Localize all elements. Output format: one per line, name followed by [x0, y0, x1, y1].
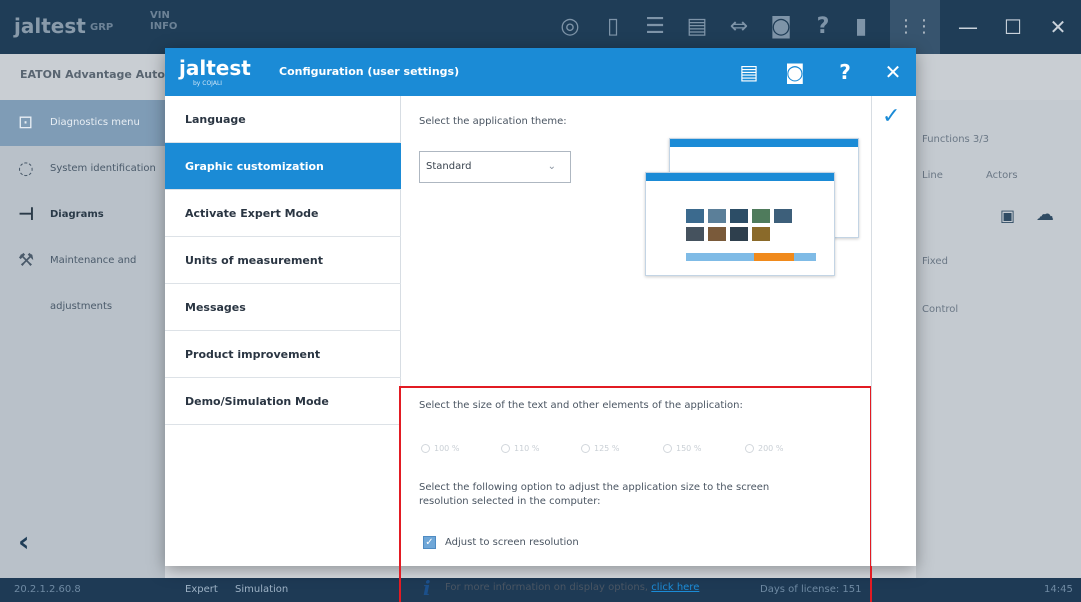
- resolution-label-line-2: resolution selected in the computer:: [419, 496, 601, 507]
- bg-functions-label: Functions 3/3: [922, 134, 990, 145]
- close-window-button[interactable]: ✕: [1035, 0, 1081, 54]
- globe-icon[interactable]: ◎: [555, 12, 585, 42]
- list-icon[interactable]: ☰: [640, 12, 670, 42]
- print-icon[interactable]: ▤: [682, 12, 712, 42]
- vin-info-button[interactable]: VIN INFO: [150, 10, 177, 32]
- status-time: 14:45: [1044, 584, 1073, 595]
- power-icon[interactable]: ▮: [846, 12, 876, 42]
- click-here-link[interactable]: click here: [651, 582, 699, 593]
- maximize-button[interactable]: ☐: [990, 0, 1036, 54]
- preview-front-window: [645, 172, 835, 276]
- size-option-125[interactable]: 125 %: [581, 444, 619, 453]
- dialog-logo: jaltest: [179, 56, 251, 80]
- status-simulation: Simulation: [235, 584, 289, 595]
- adjust-resolution-label: Adjust to screen resolution: [445, 537, 579, 548]
- menu-item-units[interactable]: Units of measurement: [165, 237, 401, 284]
- identification-icon: ◌: [18, 158, 34, 179]
- bg-line-label: Line: [922, 170, 943, 181]
- status-expert: Expert: [185, 584, 218, 595]
- theme-label: Select the application theme:: [419, 116, 567, 127]
- left-navigation: ⊡ Diagnostics menu ◌ System identificati…: [0, 100, 165, 578]
- info-text: For more information on display options,…: [445, 582, 700, 593]
- dialog-title: Configuration (user settings): [279, 65, 460, 78]
- help-icon[interactable]: ?: [808, 12, 838, 42]
- size-label: Select the size of the text and other el…: [419, 400, 743, 411]
- menu-item-messages[interactable]: Messages: [165, 284, 401, 331]
- background-panel: Functions 3/3 Line Actors Fixed Control …: [916, 100, 1081, 578]
- link-icon[interactable]: ⇔: [724, 12, 754, 42]
- diagnostics-icon: ⊡: [18, 112, 34, 133]
- camera-icon[interactable]: ◙: [766, 12, 796, 42]
- app-logo: jaltest: [14, 14, 86, 38]
- size-option-200[interactable]: 200 %: [745, 444, 783, 453]
- breadcrumb: EATON Advantage Autom: [20, 68, 177, 81]
- menu-item-language[interactable]: Language: [165, 96, 401, 143]
- settings-content: Select the application theme: Standard ⌄: [399, 96, 872, 602]
- theme-value: Standard: [426, 161, 472, 172]
- nav-item-diagrams[interactable]: ⊣ Diagrams: [0, 192, 165, 238]
- wrench-icon: ⚒: [18, 250, 35, 271]
- confirm-check-icon[interactable]: ✓: [882, 104, 900, 129]
- menu-item-graphic-customization[interactable]: Graphic customization: [165, 143, 401, 190]
- cloud-icon: ☁: [1036, 204, 1054, 225]
- minimize-button[interactable]: —: [945, 0, 991, 54]
- theme-preview-image: [645, 138, 861, 278]
- bg-fixed-label: Fixed: [922, 256, 948, 267]
- back-arrow-icon[interactable]: ‹: [18, 525, 30, 558]
- status-version: 20.2.1.2.60.8: [14, 584, 81, 595]
- group-label: GRP: [90, 22, 114, 33]
- info-icon: i: [423, 576, 431, 600]
- document-icon[interactable]: ▯: [598, 12, 628, 42]
- bg-actors-label: Actors: [986, 170, 1018, 181]
- display-size-section: [399, 386, 872, 602]
- image-icon: ▣: [1000, 206, 1016, 225]
- theme-dropdown[interactable]: Standard ⌄: [419, 151, 571, 183]
- apps-grid-icon[interactable]: ⋮⋮: [890, 0, 940, 54]
- dialog-action-column: ✓: [871, 96, 916, 566]
- close-icon[interactable]: ✕: [877, 58, 909, 86]
- nav-item-diagnostics-menu[interactable]: ⊡ Diagnostics menu: [0, 100, 165, 146]
- size-option-110[interactable]: 110 %: [501, 444, 539, 453]
- resolution-label-line-1: Select the following option to adjust th…: [419, 482, 770, 493]
- settings-menu: Language Graphic customization Activate …: [165, 96, 401, 566]
- nav-item-maintenance[interactable]: ⚒ Maintenance and adjustments: [0, 238, 165, 312]
- chevron-down-icon: ⌄: [547, 161, 556, 172]
- diagram-icon: ⊣: [18, 204, 35, 225]
- dialog-logo-sub: by COJALI: [193, 80, 223, 87]
- top-bar: jaltest GRP VIN INFO ◎ ▯ ☰ ▤ ⇔ ◙ ? ▮ ⋮⋮ —…: [0, 0, 1081, 54]
- help-icon[interactable]: ?: [829, 58, 861, 86]
- size-option-150[interactable]: 150 %: [663, 444, 701, 453]
- menu-item-expert-mode[interactable]: Activate Expert Mode: [165, 190, 401, 237]
- size-option-100[interactable]: 100 %: [421, 444, 459, 453]
- dialog-header: jaltest by COJALI Configuration (user se…: [165, 48, 916, 96]
- camera-icon[interactable]: ◙: [779, 58, 811, 86]
- menu-item-demo-simulation[interactable]: Demo/Simulation Mode: [165, 378, 401, 425]
- adjust-resolution-checkbox[interactable]: ✓: [423, 536, 436, 549]
- menu-item-product-improvement[interactable]: Product improvement: [165, 331, 401, 378]
- bg-control-label: Control: [922, 304, 959, 315]
- nav-item-system-identification[interactable]: ◌ System identification: [0, 146, 165, 192]
- configuration-dialog: jaltest by COJALI Configuration (user se…: [165, 48, 916, 602]
- print-icon[interactable]: ▤: [733, 58, 765, 86]
